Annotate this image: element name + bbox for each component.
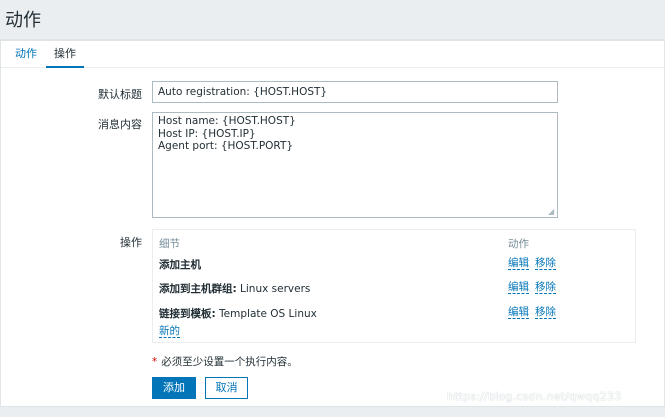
tab-operations[interactable]: 操作: [46, 41, 84, 68]
edit-operation-link[interactable]: 编辑: [508, 257, 529, 270]
remove-operation-link[interactable]: 移除: [535, 281, 556, 294]
operation-type: 添加到主机群组:: [159, 283, 237, 295]
page-header: 动作: [0, 0, 665, 40]
add-button[interactable]: 添加: [152, 377, 196, 399]
operations-table: 细节 动作 添加主机 编辑 移除 添加到主机群组: Linux servers …: [152, 229, 636, 343]
operation-detail: 添加主机: [159, 257, 201, 272]
operation-target: Linux servers: [236, 283, 311, 295]
column-header-action: 动作: [508, 238, 529, 250]
tab-action[interactable]: 动作: [7, 41, 45, 68]
operation-type: 添加主机: [159, 259, 201, 271]
operation-row: 添加到主机群组: Linux servers 编辑 移除: [153, 281, 635, 301]
operation-row: 添加主机 编辑 移除: [153, 257, 635, 277]
watermark-text: https://blog.csdn.net/qwqq233: [447, 390, 622, 403]
remove-operation-link[interactable]: 移除: [535, 306, 556, 319]
required-note: * 必须至少设置一个执行内容。: [152, 354, 298, 369]
default-message-textarea[interactable]: Host name: {HOST.HOST} Host IP: {HOST.IP…: [152, 112, 558, 218]
operation-type: 链接到模板:: [159, 308, 216, 320]
operations-label: 操作: [120, 236, 142, 249]
edit-operation-link[interactable]: 编辑: [508, 306, 529, 319]
remove-operation-link[interactable]: 移除: [535, 257, 556, 270]
new-operation-link[interactable]: 新的: [159, 325, 180, 338]
operation-detail: 添加到主机群组: Linux servers: [159, 281, 310, 296]
operation-row: 链接到模板: Template OS Linux 编辑 移除: [153, 306, 635, 326]
page-title: 动作: [5, 10, 41, 31]
default-subject-label: 默认标题: [98, 88, 142, 101]
resize-grip-icon[interactable]: ◢: [548, 208, 556, 216]
edit-operation-link[interactable]: 编辑: [508, 281, 529, 294]
form-panel: 动作 操作 默认标题 消息内容 Host name: {HOST.HOST} H…: [0, 40, 665, 407]
cancel-button[interactable]: 取消: [205, 377, 248, 399]
required-star: *: [152, 356, 158, 368]
default-message-label: 消息内容: [98, 118, 142, 131]
tab-bar: 动作 操作: [1, 41, 664, 68]
column-header-details: 细节: [159, 238, 180, 250]
operation-target: Template OS Linux: [215, 308, 317, 320]
operation-detail: 链接到模板: Template OS Linux: [159, 306, 317, 321]
default-subject-input[interactable]: [152, 81, 558, 103]
required-note-text: 必须至少设置一个执行内容。: [161, 356, 298, 368]
